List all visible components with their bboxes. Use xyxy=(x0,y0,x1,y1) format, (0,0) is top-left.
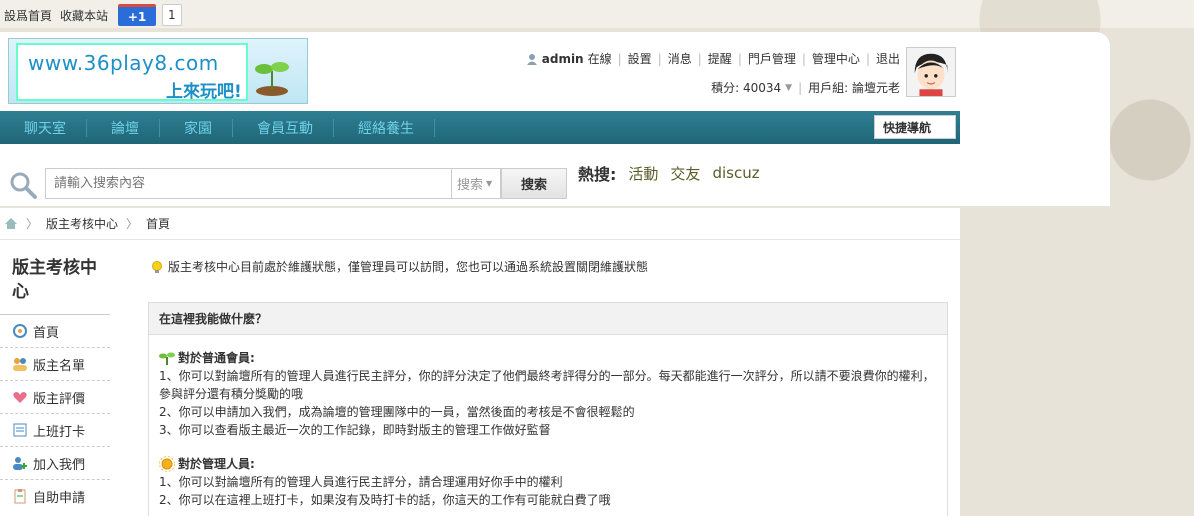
user-group-link[interactable]: 用戶組: 論壇元老 xyxy=(808,79,900,96)
sidebar-item-label: 自助申請 xyxy=(33,490,86,506)
chevron-down-icon: ▼ xyxy=(486,179,493,188)
hot-search-label: 熱搜: xyxy=(578,165,617,184)
sidebar-item-label: 版主名單 xyxy=(33,358,86,374)
users-icon xyxy=(13,358,27,371)
clipboard-icon xyxy=(14,489,26,504)
sidebar-item-label: 上班打卡 xyxy=(33,424,86,440)
site-logo[interactable]: www.36play8.com 上來玩吧! xyxy=(8,38,308,104)
logout-link[interactable]: 退出 xyxy=(876,50,900,67)
nav-item-member-interaction[interactable]: 會員互動 xyxy=(233,118,334,137)
search-bar: 搜索 ▼ 搜索 熱搜: 活動 交友 discuz xyxy=(0,162,960,206)
portal-admin-link[interactable]: 門戶管理 xyxy=(748,50,796,67)
plusone-count: 1 xyxy=(162,4,182,26)
credits-row: 積分: 40034 ▼ | 用戶組: 論壇元老 xyxy=(711,79,900,96)
set-home-link[interactable]: 設爲首頁 xyxy=(4,7,52,24)
add-user-icon xyxy=(13,457,27,470)
section-admins-line: 2、你可以在這裡上班打卡，如果沒有及時打卡的話，你這天的工作有可能就白費了哦 xyxy=(159,493,611,507)
nav-item-home[interactable]: 家園 xyxy=(160,118,233,137)
section-members-title: 對於普通會員: xyxy=(159,349,937,367)
section-members-line: 參與評分還有積分獎勵的哦 xyxy=(159,387,304,401)
avatar-icon xyxy=(907,48,955,96)
search-button[interactable]: 搜索 xyxy=(501,168,567,199)
nav-item-chatroom[interactable]: 聊天室 xyxy=(0,118,87,137)
user-links: admin 在線 | 設置 | 消息 | 提醒 | 門戶管理 | 管理中心 | … xyxy=(526,50,900,67)
hot-word-discuz[interactable]: discuz xyxy=(712,164,759,182)
section-members-title-text: 對於普通會員: xyxy=(178,351,255,365)
info-panel-body: 對於普通會員: 1、你可以對論壇所有的管理人員進行民主評分，你的評分決定了他們最… xyxy=(149,335,947,516)
search-icon xyxy=(10,172,37,199)
nav-item-forum[interactable]: 論壇 xyxy=(87,118,160,137)
quick-nav-button[interactable]: 快捷導航 xyxy=(874,115,956,139)
logo-slogan: 上來玩吧! xyxy=(166,82,242,102)
top-bar: 設爲首頁 收藏本站 +1 1 xyxy=(0,0,1194,30)
info-panel: 在這裡我能做什麽？ 對於普通會員: 1、你可以對論壇所有的管理人員進行民主評分，… xyxy=(148,302,948,516)
logo-frame: www.36play8.com 上來玩吧! xyxy=(16,43,248,102)
sun-icon xyxy=(159,456,175,472)
logo-url-text: www.36play8.com xyxy=(28,51,219,75)
plusone-button[interactable]: +1 xyxy=(118,4,157,26)
section-members-line: 1、你可以對論壇所有的管理人員進行民主評分，你的評分決定了他們最終考評得分的一部… xyxy=(159,369,935,383)
user-info: admin 在線 | 設置 | 消息 | 提醒 | 門戶管理 | 管理中心 | … xyxy=(526,50,900,96)
hot-search: 熱搜: 活動 交友 discuz xyxy=(578,162,760,184)
online-status: 在線 xyxy=(587,52,612,66)
google-plusone[interactable]: +1 1 xyxy=(118,4,182,26)
sidebar-item-self-apply[interactable]: 自助申請 xyxy=(0,479,110,512)
sidebar-item-clock-in[interactable]: 上班打卡 xyxy=(0,413,110,446)
bookmark-link[interactable]: 收藏本站 xyxy=(60,7,108,24)
search-input[interactable] xyxy=(45,168,451,199)
sidebar: 版主考核中心 首頁 版主名單 版主評價 上班打卡 加入我們 自助申請 xyxy=(0,240,120,512)
user-icon xyxy=(526,53,537,65)
chevron-down-icon[interactable]: ▼ xyxy=(785,83,792,93)
sidebar-item-mod-rating[interactable]: 版主評價 xyxy=(0,380,110,413)
breadcrumb: 〉 版主考核中心 〉 首頁 xyxy=(0,208,960,240)
hot-word-activity[interactable]: 活動 xyxy=(628,163,658,184)
reminders-link[interactable]: 提醒 xyxy=(708,50,732,67)
sidebar-menu: 首頁 版主名單 版主評價 上班打卡 加入我們 自助申請 xyxy=(0,314,120,512)
hot-word-friends[interactable]: 交友 xyxy=(670,163,700,184)
avatar[interactable] xyxy=(906,47,956,97)
sidebar-item-home[interactable]: 首頁 xyxy=(0,314,110,347)
sidebar-item-join-us[interactable]: 加入我們 xyxy=(0,446,110,479)
credits-link[interactable]: 積分: 40034 xyxy=(711,79,781,96)
search-type-select[interactable]: 搜索 ▼ xyxy=(451,168,501,199)
username-link[interactable]: admin xyxy=(542,52,584,66)
sprout-icon xyxy=(159,352,175,365)
admin-center-link[interactable]: 管理中心 xyxy=(812,50,860,67)
section-members-line: 3、你可以查看版主最近一次的工作記錄，即時對版主的管理工作做好監督 xyxy=(159,423,551,437)
main-content: 版主考核中心 首頁 版主名單 版主評價 上班打卡 加入我們 自助申請 版主考核中… xyxy=(0,240,960,516)
section-admins-title-text: 對於管理人員: xyxy=(178,457,255,471)
section-admins-title: 對於管理人員: xyxy=(159,455,937,473)
home-page-icon xyxy=(13,324,27,338)
card-icon xyxy=(13,423,27,437)
maintenance-notice: 版主考核中心目前處於維護狀態，僅管理員可以訪問，您也可以通過系統設置關閉維護狀態 xyxy=(150,258,648,275)
sidebar-title: 版主考核中心 xyxy=(12,258,97,302)
section-admins-line: 1、你可以對論壇所有的管理人員進行民主評分，請合理運用好你手中的權利 xyxy=(159,475,563,489)
breadcrumb-mod-center[interactable]: 版主考核中心 xyxy=(46,215,118,232)
messages-link[interactable]: 消息 xyxy=(668,50,692,67)
main-nav: 聊天室 論壇 家園 會員互動 經絡養生 快捷導航 xyxy=(0,111,960,144)
sidebar-item-mod-list[interactable]: 版主名單 xyxy=(0,347,110,380)
nav-item-health[interactable]: 經絡養生 xyxy=(334,118,435,137)
sidebar-item-label: 加入我們 xyxy=(33,457,86,473)
lightbulb-icon xyxy=(152,260,162,273)
heart-icon xyxy=(13,392,27,403)
maintenance-notice-text: 版主考核中心目前處於維護狀態，僅管理員可以訪問，您也可以通過系統設置關閉維護狀態 xyxy=(168,260,649,274)
sidebar-item-label: 版主評價 xyxy=(33,391,86,407)
sidebar-item-label: 首頁 xyxy=(33,325,60,341)
section-members-line: 2、你可以申請加入我們，成為論壇的管理團隊中的一員，當然後面的考核是不會很輕鬆的 xyxy=(159,405,635,419)
home-icon[interactable] xyxy=(4,217,18,230)
breadcrumb-home: 首頁 xyxy=(146,217,171,231)
header: www.36play8.com 上來玩吧! admin 在線 | 設置 | 消息… xyxy=(0,32,1110,206)
settings-link[interactable]: 設置 xyxy=(628,50,652,67)
plant-icon xyxy=(255,62,289,96)
search-type-label: 搜索 xyxy=(457,178,484,193)
info-panel-title: 在這裡我能做什麽？ xyxy=(149,303,947,335)
